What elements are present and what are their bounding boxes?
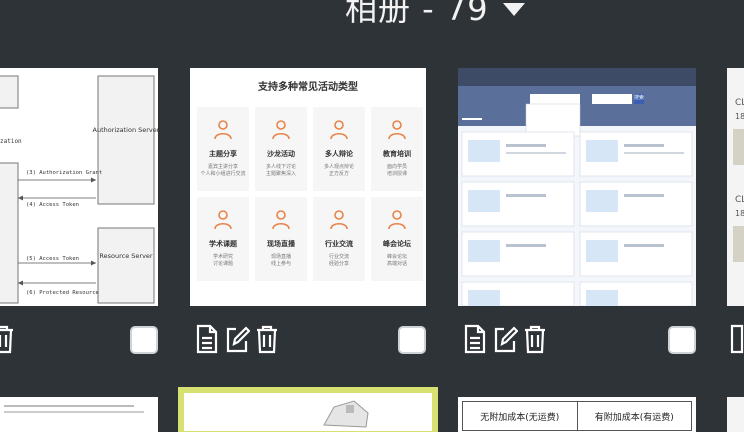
partial-box-image-2 [733,226,744,262]
thumb4-actions [730,324,744,354]
partial-label-a: CL [735,98,744,108]
activity-card: 现场直播现场直播 线上参与 [255,197,307,281]
resource-server-label: Resource Server [99,252,153,260]
partial-label-c: CL [735,195,744,205]
edit-icon[interactable] [492,324,518,354]
oauth-diagram: zation Authorization Server Resource Ser… [0,75,158,304]
partial-label-d: 181 [735,209,744,218]
edit-icon[interactable] [224,324,250,354]
photo-thumbnail-activity-types[interactable]: 支持多种常见活动类型 主题分享 嘉宾主讲分享 个人和小组进行交流 沙龙活动 多人线下讨… [190,68,426,306]
trash-icon[interactable] [522,324,548,354]
thumb2-actions [194,324,280,354]
activity-card-title: 现场直播 [267,240,295,248]
activity-card: 学术课题学术研究 讨论课题 [197,197,249,281]
select-checkbox-2[interactable] [398,326,426,354]
people-icon [388,120,406,140]
people-icon [214,120,232,140]
activity-card-title: 教育培训 [383,150,411,158]
activity-card-title: 行业交流 [325,240,353,248]
thumb3-actions [462,324,548,354]
document-icon[interactable] [194,324,220,354]
chevron-down-icon[interactable] [502,2,525,16]
album-title-text: 相册 - 79 [345,0,489,28]
people-icon [272,210,290,230]
photo-thumbnail-table[interactable]: 无附加成本(无运费) 有附加成本(有运费) [458,397,696,432]
trash-icon[interactable] [0,324,16,354]
partial-box-image [733,129,744,165]
activity-card-desc: 多人线下讨论 主题聚焦深入 [265,164,296,177]
activity-card-desc: 现场直播 线上参与 [270,254,291,267]
search-button-label: 搜索 [634,95,645,101]
photo-thumbnail-selected[interactable] [178,387,438,432]
activity-card: 教育培训面向学员 培训授课 [371,107,423,191]
activity-card: 峰会论坛峰会论坛 高端对话 [371,197,423,281]
activity-card-desc: 嘉宾主讲分享 个人和小组进行交流 [200,164,246,177]
photo-thumbnail-web-app[interactable]: 搜索 [458,68,696,306]
auth-server-label: Authorization Server [93,126,158,134]
activity-heading: 支持多种常见活动类型 [258,82,358,93]
activity-card: 主题分享嘉宾主讲分享 个人和小组进行交流 [197,107,249,191]
people-icon [330,210,348,230]
photo-thumbnail-oauth[interactable]: zation Authorization Server Resource Ser… [0,68,158,306]
activity-card-title: 主题分享 [209,150,237,158]
activity-card: 沙龙活动多人线下讨论 主题聚焦深入 [255,107,307,191]
people-icon [388,210,406,230]
document-icon[interactable] [462,324,488,354]
partial-label-b: 181 [735,112,744,121]
svg-text:Authorization Server: Authorization Server [93,126,158,134]
activity-card-desc: 行业交流 经验分享 [328,254,349,267]
people-icon [214,210,232,230]
activity-card: 多人辩论多人观点辩论 正方反方 [313,107,365,191]
photo-thumbnail-partial[interactable]: CL 181 CL 181 [727,68,744,306]
building-preview [323,400,369,428]
activity-card-desc: 峰会论坛 高端对话 [386,254,407,267]
cost-table-header: 无附加成本(无运费) 有附加成本(有运费) [462,401,692,431]
thumb1-actions [0,324,16,354]
photo-thumbnail-partial-2[interactable] [727,397,744,432]
select-checkbox-3[interactable] [668,326,696,354]
activity-card: 行业交流行业交流 经验分享 [313,197,365,281]
grant-label: (3) Authorization Grant [26,170,102,176]
people-icon [272,120,290,140]
activity-grid: 主题分享 嘉宾主讲分享 个人和小组进行交流 沙龙活动 多人线下讨论 主题聚焦深入 多人辩… [190,93,426,281]
activity-card-desc: 多人观点辩论 正方反方 [323,164,354,177]
protected-resource-label: (6) Protected Resource [26,290,99,296]
table-header-2: 有附加成本(有运费) [594,413,674,423]
access-token-4-label: (4) Access Token [26,202,79,208]
cut-label: zation [0,138,22,145]
activity-card-desc: 面向学员 培训授课 [386,164,407,177]
text-doc-preview [4,405,144,413]
selected-photo-inner [184,393,432,431]
document-icon[interactable] [730,324,744,354]
activity-card-title: 学术课题 [209,240,237,248]
photo-thumbnail-text-doc[interactable] [0,397,158,432]
trash-icon[interactable] [254,324,280,354]
access-token-5-label: (5) Access Token [26,256,79,262]
table-header-1: 无附加成本(无运费) [463,402,578,430]
activity-card-title: 峰会论坛 [383,240,411,248]
select-checkbox-1[interactable] [130,326,158,354]
activity-card-title: 沙龙活动 [267,150,295,158]
people-icon [330,120,348,140]
activity-card-title: 多人辩论 [325,150,353,158]
web-app-screenshot [458,68,696,306]
album-title[interactable]: 相册 - 79 [345,0,525,30]
activity-card-desc: 学术研究 讨论课题 [212,254,233,267]
